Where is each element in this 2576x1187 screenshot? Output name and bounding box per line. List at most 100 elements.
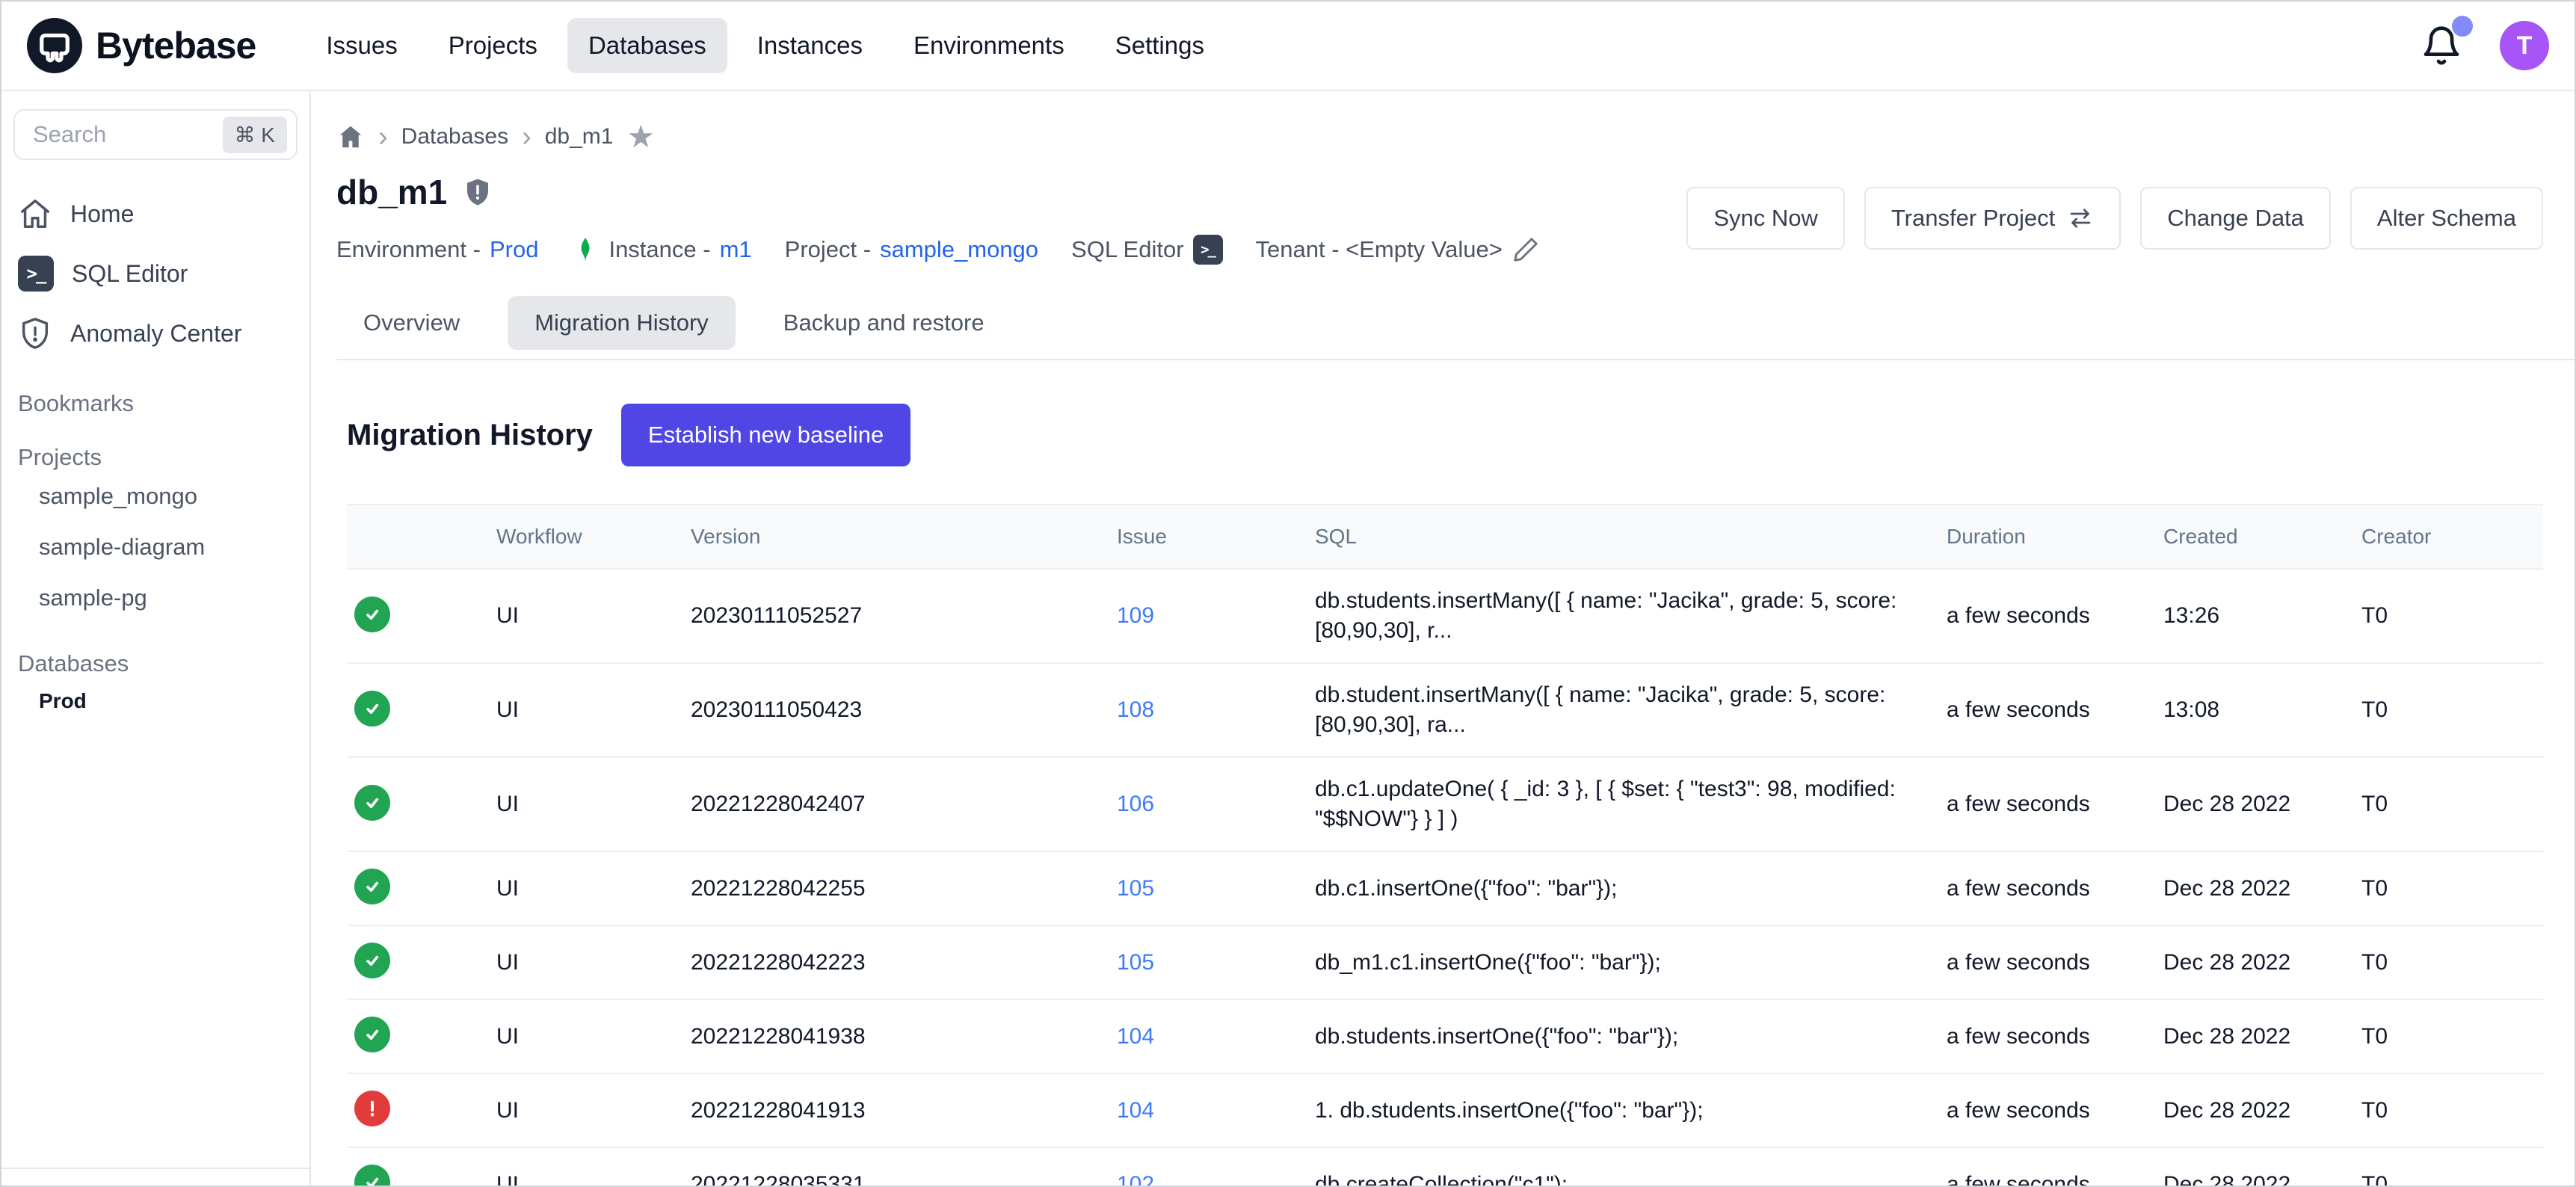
table-row: UI20221228041913 104 1. db.students.insert…: [347, 1073, 2543, 1147]
success-status-icon: [354, 869, 390, 904]
sync-now-button[interactable]: Sync Now: [1686, 187, 1845, 250]
duration-cell: a few seconds: [1939, 999, 2156, 1073]
user-avatar[interactable]: T: [2500, 21, 2549, 70]
sql-cell: db.createCollection("c1");: [1307, 1147, 1939, 1186]
success-status-icon: [354, 596, 390, 632]
instance-link[interactable]: m1: [720, 236, 752, 263]
sql-cell: db.students.insertMany([ { name: "Jacika…: [1307, 569, 1939, 663]
sidebar-item-sample-pg[interactable]: sample-pg: [1, 573, 309, 623]
terminal-icon: >_: [1193, 235, 1223, 265]
created-cell: Dec 28 2022: [2156, 1147, 2354, 1186]
sidebar-item-sample-mongo[interactable]: sample_mongo: [1, 471, 309, 522]
sidebar-item-sample-diagram[interactable]: sample-diagram: [1, 522, 309, 573]
nav-item-issues[interactable]: Issues: [305, 18, 418, 73]
tab-migration-history[interactable]: Migration History: [508, 296, 736, 350]
version-cell: 20230111052527: [683, 569, 1109, 663]
column-header-duration: Duration: [1939, 505, 2156, 569]
workflow-cell: UI: [489, 851, 683, 925]
chevron-right-icon: ›: [522, 126, 531, 148]
top-navigation-bar: Bytebase IssuesProjectsDatabasesInstance…: [1, 1, 2575, 91]
table-row: UI20221228041938104db.students.insertOne…: [347, 999, 2543, 1073]
column-header-version: Version: [683, 505, 1109, 569]
issue-link[interactable]: 109: [1117, 603, 1154, 628]
version-cell: 20221228041913: [683, 1073, 1109, 1147]
created-cell: Dec 28 2022: [2156, 925, 2354, 999]
bytebase-logo[interactable]: Bytebase: [27, 18, 256, 73]
search-input[interactable]: [31, 120, 223, 149]
creator-cell: T0: [2354, 757, 2543, 851]
breadcrumb-databases[interactable]: Databases: [401, 124, 508, 149]
nav-item-databases[interactable]: Databases: [567, 18, 727, 73]
sidebar-footer-divider: [1, 1168, 309, 1186]
transfer-project-button[interactable]: Transfer Project: [1864, 187, 2121, 250]
bytebase-logo-icon: [27, 18, 82, 73]
sidebar-menu: Home >_ SQL Editor Anomaly Center: [1, 184, 309, 363]
created-cell: 13:08: [2156, 663, 2354, 757]
table-row: UI20221228042255105db.c1.insertOne({"foo…: [347, 851, 2543, 925]
notifications-button[interactable]: [2421, 25, 2462, 67]
search-box[interactable]: ⌘ K: [13, 109, 298, 160]
nav-item-environments[interactable]: Environments: [893, 18, 1085, 73]
sidebar: ⌘ K Home >_ SQL Editor: [1, 91, 311, 1186]
version-cell: 20221228042407: [683, 757, 1109, 851]
sidebar-item-prod[interactable]: Prod: [1, 677, 309, 725]
duration-cell: a few seconds: [1939, 663, 2156, 757]
sidebar-item-anomaly-center[interactable]: Anomaly Center: [1, 303, 309, 363]
column-header-status: [347, 505, 489, 569]
success-status-icon: [354, 1165, 390, 1186]
created-cell: Dec 28 2022: [2156, 1073, 2354, 1147]
created-cell: Dec 28 2022: [2156, 851, 2354, 925]
issue-link[interactable]: 106: [1117, 792, 1154, 816]
sidebar-item-label: Home: [70, 200, 134, 228]
creator-cell: T0: [2354, 663, 2543, 757]
creator-cell: T0: [2354, 1073, 2543, 1147]
creator-cell: T0: [2354, 1147, 2543, 1186]
success-status-icon: [354, 691, 390, 727]
nav-item-projects[interactable]: Projects: [428, 18, 558, 73]
bookmark-star-icon[interactable]: ★: [626, 126, 655, 148]
issue-link[interactable]: 102: [1117, 1172, 1154, 1186]
database-meta-row: Environment - Prod Instance - m1 Project…: [336, 235, 1686, 265]
sidebar-section-projects: Projects: [1, 444, 309, 471]
establish-new-baseline-button[interactable]: Establish new baseline: [621, 404, 910, 466]
notification-dot: [2452, 16, 2473, 37]
issue-link[interactable]: 108: [1117, 697, 1154, 722]
sql-cell: db.c1.updateOne( { _id: 3 }, [ { $set: {…: [1307, 757, 1939, 851]
sql-cell: 1. db.students.insertOne({"foo": "bar"})…: [1307, 1073, 1939, 1147]
issue-link[interactable]: 105: [1117, 876, 1154, 901]
success-status-icon: [354, 1017, 390, 1052]
tab-backup-and-restore[interactable]: Backup and restore: [757, 296, 1011, 350]
table-row: UI20221228035331102db.createCollection("…: [347, 1147, 2543, 1186]
shield-alert-icon: [18, 316, 52, 351]
sidebar-item-sql-editor[interactable]: >_ SQL Editor: [1, 244, 309, 303]
sql-cell: db.c1.insertOne({"foo": "bar"});: [1307, 851, 1939, 925]
sidebar-item-label: SQL Editor: [72, 260, 188, 288]
nav-item-settings[interactable]: Settings: [1094, 18, 1225, 73]
edit-pencil-icon[interactable]: [1512, 235, 1540, 264]
issue-link[interactable]: 105: [1117, 950, 1154, 975]
alter-schema-button[interactable]: Alter Schema: [2350, 187, 2543, 250]
tab-overview[interactable]: Overview: [336, 296, 487, 350]
transfer-project-label: Transfer Project: [1891, 205, 2055, 232]
topbar-right: T: [2421, 21, 2549, 70]
table-row: UI20221228042407106db.c1.updateOne( { _i…: [347, 757, 2543, 851]
change-data-button[interactable]: Change Data: [2140, 187, 2331, 250]
sql-editor-link[interactable]: SQL Editor >_: [1071, 235, 1222, 265]
workflow-cell: UI: [489, 1073, 683, 1147]
column-header-created: Created: [2156, 505, 2354, 569]
environment-link[interactable]: Prod: [490, 236, 538, 263]
column-header-creator: Creator: [2354, 505, 2543, 569]
duration-cell: a few seconds: [1939, 569, 2156, 663]
created-cell: Dec 28 2022: [2156, 757, 2354, 851]
workflow-cell: UI: [489, 1147, 683, 1186]
issue-link[interactable]: 104: [1117, 1098, 1154, 1123]
home-icon[interactable]: [336, 123, 365, 151]
project-link[interactable]: sample_mongo: [880, 236, 1038, 263]
nav-item-instances[interactable]: Instances: [736, 18, 884, 73]
project-label: Project -: [785, 236, 871, 263]
sidebar-item-home[interactable]: Home: [1, 184, 309, 244]
issue-link[interactable]: 104: [1117, 1024, 1154, 1049]
page-title: db_m1: [336, 172, 447, 212]
version-cell: 20221228041938: [683, 999, 1109, 1073]
sidebar-section-databases: Databases: [1, 650, 309, 677]
